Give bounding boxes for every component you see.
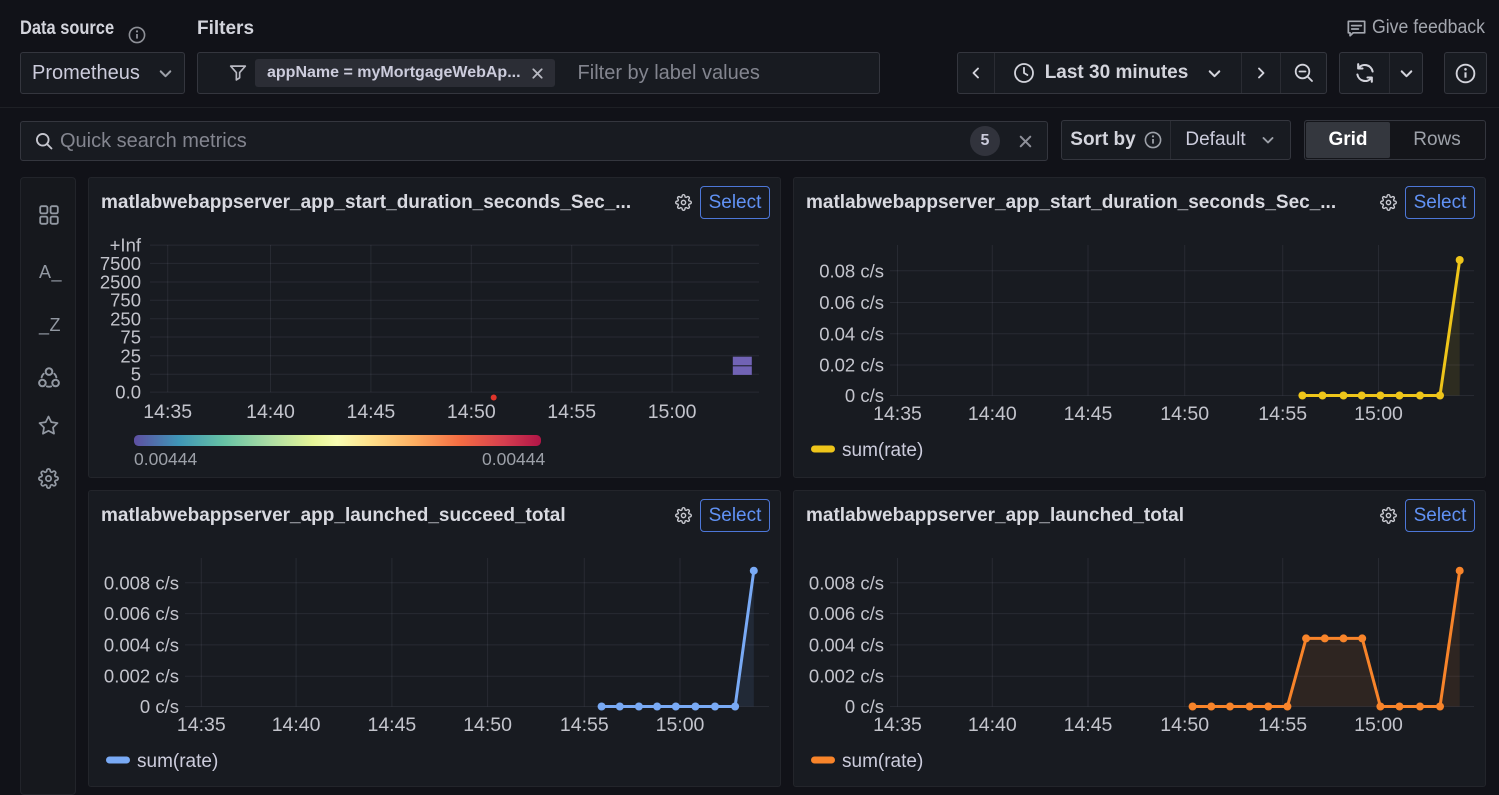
svg-text:14:45: 14:45 [1064, 403, 1113, 425]
svg-text:15:00: 15:00 [1354, 714, 1403, 736]
svg-text:14:55: 14:55 [547, 401, 596, 423]
svg-text:0.02 c/s: 0.02 c/s [819, 355, 884, 376]
svg-text:0.002 c/s: 0.002 c/s [809, 666, 884, 687]
svg-text:0.0: 0.0 [115, 382, 141, 403]
svg-text:14:35: 14:35 [143, 401, 192, 423]
svg-text:sum(rate): sum(rate) [842, 440, 923, 461]
svg-text:14:50: 14:50 [1160, 403, 1209, 425]
svg-text:0.006 c/s: 0.006 c/s [809, 603, 884, 624]
svg-text:0.008 c/s: 0.008 c/s [104, 572, 179, 593]
svg-text:0.04 c/s: 0.04 c/s [819, 323, 884, 344]
svg-text:14:40: 14:40 [272, 714, 321, 736]
svg-text:0.06 c/s: 0.06 c/s [819, 292, 884, 313]
svg-text:15:00: 15:00 [1354, 403, 1403, 425]
svg-text:15:00: 15:00 [648, 401, 697, 423]
svg-text:14:40: 14:40 [246, 401, 295, 423]
svg-text:14:35: 14:35 [177, 714, 226, 736]
svg-text:0.006 c/s: 0.006 c/s [104, 603, 179, 624]
svg-text:0 c/s: 0 c/s [140, 696, 179, 717]
svg-text:0.00444: 0.00444 [134, 449, 198, 469]
svg-text:14:40: 14:40 [968, 403, 1017, 425]
svg-text:0.004 c/s: 0.004 c/s [809, 634, 884, 655]
svg-text:14:45: 14:45 [367, 714, 416, 736]
svg-text:14:35: 14:35 [873, 403, 922, 425]
svg-text:14:55: 14:55 [560, 714, 609, 736]
svg-text:14:55: 14:55 [1258, 714, 1307, 736]
svg-text:14:55: 14:55 [1258, 403, 1307, 425]
svg-text:0.008 c/s: 0.008 c/s [809, 572, 884, 593]
svg-text:14:50: 14:50 [1160, 714, 1209, 736]
svg-text:14:45: 14:45 [1064, 714, 1113, 736]
svg-text:sum(rate): sum(rate) [842, 751, 923, 772]
svg-text:15:00: 15:00 [656, 714, 705, 736]
svg-text:14:35: 14:35 [873, 714, 922, 736]
svg-text:14:40: 14:40 [968, 714, 1017, 736]
svg-text:0.004 c/s: 0.004 c/s [104, 634, 179, 655]
svg-text:14:50: 14:50 [447, 401, 496, 423]
svg-text:0.002 c/s: 0.002 c/s [104, 666, 179, 687]
svg-text:sum(rate): sum(rate) [137, 751, 218, 772]
svg-text:14:50: 14:50 [463, 714, 512, 736]
svg-text:14:45: 14:45 [346, 401, 395, 423]
svg-text:0.08 c/s: 0.08 c/s [819, 260, 884, 281]
svg-text:0.00444: 0.00444 [482, 449, 546, 469]
